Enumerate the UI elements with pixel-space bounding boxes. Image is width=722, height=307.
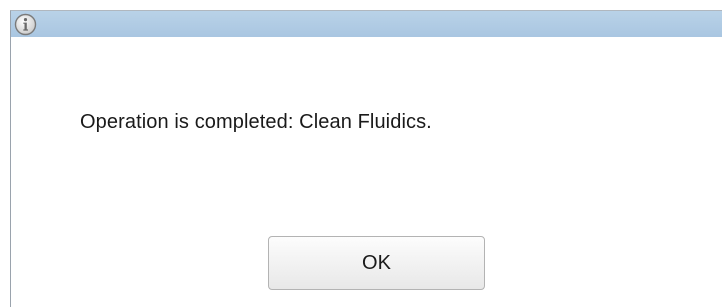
info-icon [14,13,37,36]
info-dialog: Operation is completed: Clean Fluidics. … [0,0,722,307]
ok-button[interactable]: OK [268,236,485,290]
dialog-title-bar[interactable] [10,10,722,37]
dialog-message: Operation is completed: Clean Fluidics. [80,111,432,133]
